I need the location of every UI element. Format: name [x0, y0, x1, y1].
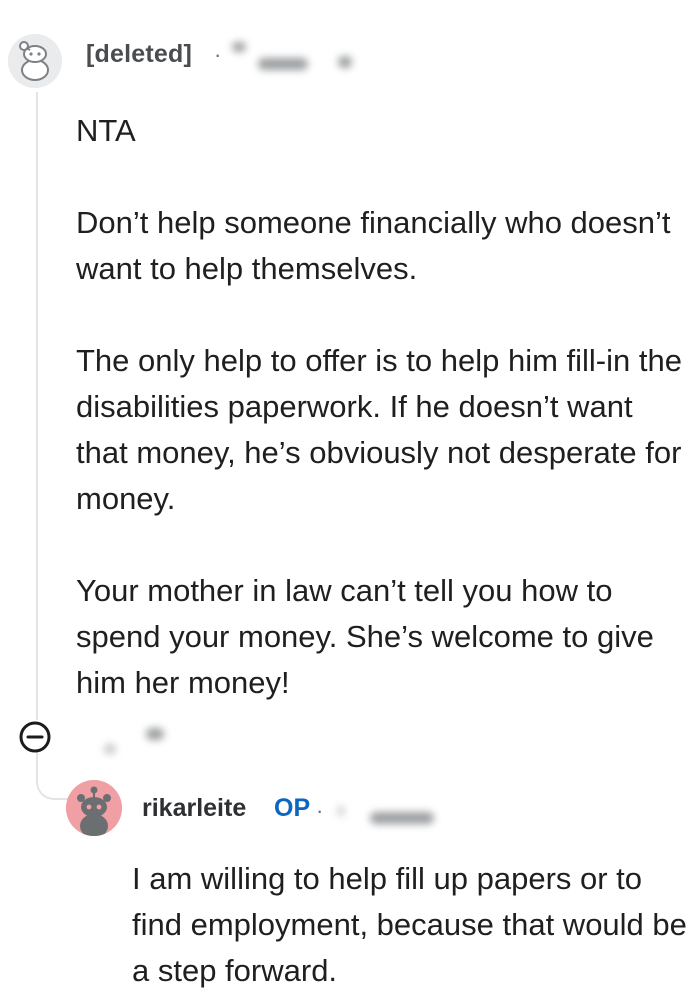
reply-text: I am willing to help fill up papers or t…	[132, 861, 687, 988]
collapse-minus-icon	[19, 721, 51, 753]
reply-author[interactable]: rikarleite	[142, 794, 246, 823]
redacted-timestamp	[258, 58, 308, 70]
redacted-timestamp	[370, 812, 434, 824]
comment-paragraph: The only help to offer is to help him fi…	[76, 343, 682, 516]
thread-branch-line	[36, 752, 68, 800]
comment-paragraph: Don’t help someone financially who doesn…	[76, 205, 671, 286]
collapse-button[interactable]	[18, 720, 52, 754]
meta-separator: ·	[214, 42, 222, 67]
meta-separator: ·	[316, 798, 324, 823]
op-badge: OP	[274, 794, 311, 822]
snoo-deleted-icon	[8, 34, 62, 88]
comment-paragraph: NTA	[76, 113, 136, 148]
redacted-metadata	[146, 728, 164, 740]
deleted-user-avatar[interactable]	[8, 34, 62, 88]
redacted-timestamp	[338, 56, 352, 68]
comment-body: NTA Don’t help someone financially who d…	[76, 108, 686, 752]
op-avatar[interactable]	[66, 780, 122, 836]
comment-paragraph: Your mother in law can’t tell you how to…	[76, 573, 654, 700]
snoo-avatar-icon	[66, 780, 122, 836]
reply-body: I am willing to help fill up papers or t…	[132, 856, 692, 994]
comment-author[interactable]: [deleted]	[86, 40, 192, 69]
redacted-metadata	[104, 744, 116, 754]
redacted-timestamp	[338, 806, 344, 816]
redacted-timestamp	[232, 42, 246, 52]
thread-line	[36, 92, 38, 720]
